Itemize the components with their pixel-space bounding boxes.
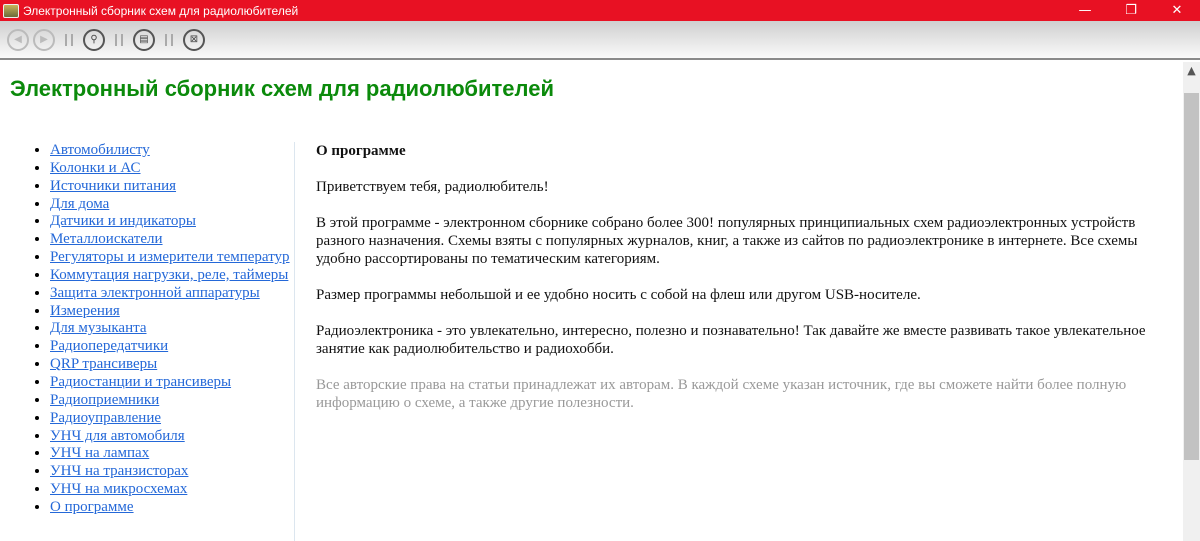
nav-link[interactable]: Регуляторы и измерители температур	[50, 249, 290, 265]
maximize-button[interactable]: ❐	[1108, 0, 1154, 21]
contents-button[interactable]: ▤	[133, 28, 155, 51]
paragraph: Размер программы небольшой и ее удобно н…	[316, 287, 921, 303]
scroll-up-icon[interactable]: ▲	[1183, 62, 1200, 79]
nav-link[interactable]: УНЧ на микросхемах	[50, 481, 187, 497]
nav-link[interactable]: Радиоприемники	[50, 392, 159, 408]
nav-item: Металлоискатели	[50, 231, 294, 249]
page-icon: ▤	[139, 34, 149, 45]
toolbar: ◀ ▶ ⚲ ▤ ⊠	[0, 21, 1200, 60]
scroll-thumb[interactable]	[1184, 93, 1199, 460]
title-bar: Электронный сборник схем для радиолюбите…	[0, 0, 1200, 21]
nav-link[interactable]: Для музыканта	[50, 320, 147, 336]
window-title: Электронный сборник схем для радиолюбите…	[23, 3, 299, 18]
nav-item: Регуляторы и измерители температур	[50, 249, 294, 267]
app-icon	[3, 3, 19, 18]
back-button[interactable]: ◀	[7, 28, 29, 51]
toolbar-separator	[165, 33, 173, 46]
nav-item: УНЧ для автомобиля	[50, 428, 294, 446]
nav-link[interactable]: Радиостанции и трансиверы	[50, 374, 231, 390]
nav-item: О программе	[50, 499, 294, 517]
nav-item: Источники питания	[50, 178, 294, 196]
toolbar-separator	[65, 33, 73, 46]
nav-item: Датчики и индикаторы	[50, 213, 294, 231]
vertical-scrollbar[interactable]: ▲	[1183, 62, 1200, 541]
search-button[interactable]: ⚲	[83, 28, 105, 51]
nav-item: УНЧ на микросхемах	[50, 481, 294, 499]
nav-link[interactable]: Автомобилисту	[50, 142, 150, 158]
category-nav: Автомобилисту Колонки и АС Источники питан…	[30, 142, 295, 541]
forward-button[interactable]: ▶	[33, 28, 55, 51]
nav-link[interactable]: Источники питания	[50, 178, 176, 194]
nav-link[interactable]: О программе	[50, 499, 134, 515]
about-content: О программе Приветствуем тебя, радиолюби…	[316, 142, 1166, 430]
nav-item: УНЧ на транзисторах	[50, 463, 294, 481]
exit-icon: ⊠	[189, 34, 199, 45]
page-title: Электронный сборник схем для радиолюбите…	[10, 76, 554, 101]
exit-button[interactable]: ⊠	[183, 28, 205, 51]
nav-item: УНЧ на лампах	[50, 445, 294, 463]
nav-link[interactable]: Колонки и АС	[50, 160, 141, 176]
nav-link[interactable]: QRP трансиверы	[50, 356, 157, 372]
minimize-button[interactable]: —	[1062, 0, 1108, 21]
toolbar-separator	[115, 33, 123, 46]
nav-link[interactable]: Защита электронной аппаратуры	[50, 285, 260, 301]
nav-link[interactable]: УНЧ на транзисторах	[50, 463, 188, 479]
nav-link[interactable]: Датчики и индикаторы	[50, 213, 196, 229]
nav-item: Для музыканта	[50, 320, 294, 338]
close-button[interactable]: ✕	[1154, 0, 1200, 21]
nav-link[interactable]: Измерения	[50, 303, 120, 319]
nav-item: Защита электронной аппаратуры	[50, 285, 294, 303]
nav-item: Радиопередатчики	[50, 338, 294, 356]
nav-item: Для дома	[50, 196, 294, 214]
copyright-note: Все авторские права на статьи принадлежа…	[316, 377, 1127, 411]
nav-link[interactable]: Металлоискатели	[50, 231, 163, 247]
nav-item: Колонки и АС	[50, 160, 294, 178]
nav-link[interactable]: УНЧ для автомобиля	[50, 428, 185, 444]
nav-item: Коммутация нагрузки, реле, таймеры	[50, 267, 294, 285]
search-icon: ⚲	[90, 34, 98, 45]
nav-item: QRP трансиверы	[50, 356, 294, 374]
nav-item: Измерения	[50, 303, 294, 321]
paragraph: Радиоэлектроника - это увлекательно, инт…	[316, 323, 1146, 357]
nav-item: Радиоуправление	[50, 410, 294, 428]
nav-link[interactable]: УНЧ на лампах	[50, 445, 149, 461]
nav-link[interactable]: Радиоуправление	[50, 410, 161, 426]
nav-link[interactable]: Для дома	[50, 196, 109, 212]
nav-item: Автомобилисту	[50, 142, 294, 160]
greeting: Приветствуем тебя, радиолюбитель!	[316, 179, 549, 195]
nav-link[interactable]: Радиопередатчики	[50, 338, 168, 354]
paragraph: В этой программе - электронном сборнике …	[316, 215, 1138, 267]
nav-link[interactable]: Коммутация нагрузки, реле, таймеры	[50, 267, 288, 283]
nav-item: Радиоприемники	[50, 392, 294, 410]
section-title: О программе	[316, 143, 406, 159]
nav-item: Радиостанции и трансиверы	[50, 374, 294, 392]
